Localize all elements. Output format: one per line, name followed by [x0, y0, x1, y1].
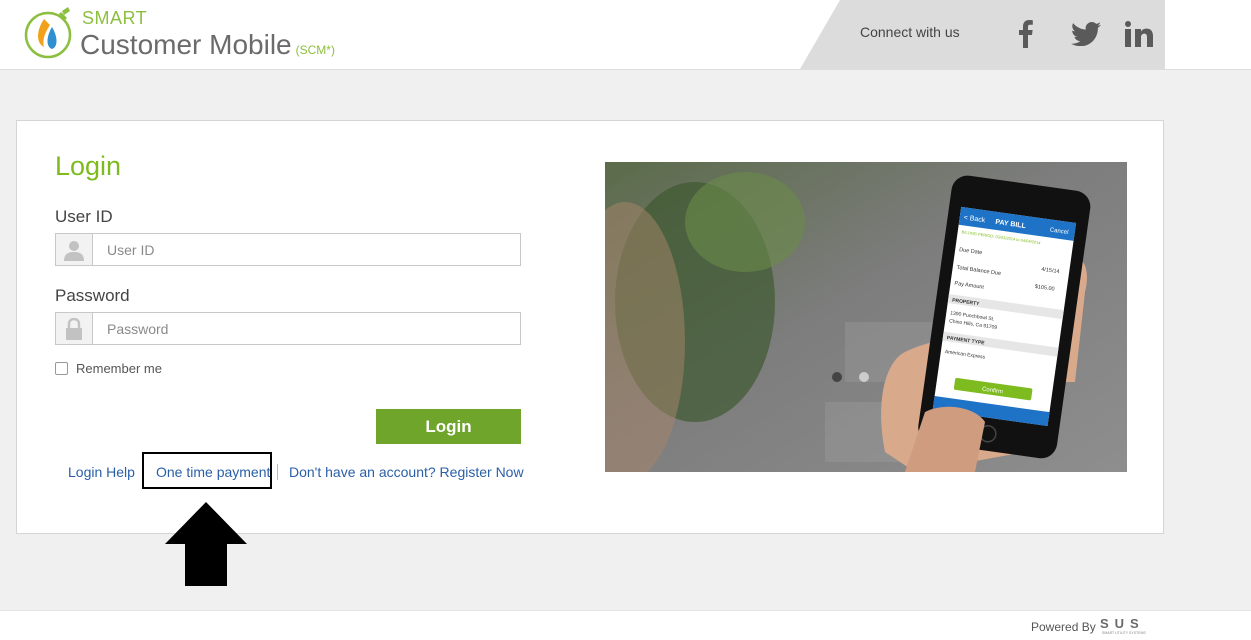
password-input[interactable] [93, 313, 520, 344]
password-label: Password [55, 286, 130, 305]
carousel-image: < Back PAY BILL Cancel BILLING PERIOD: 0… [605, 162, 1127, 472]
carousel-dot-1[interactable] [832, 372, 842, 382]
user-id-field [55, 233, 521, 266]
login-help-link[interactable]: Login Help [68, 464, 135, 480]
user-icon [56, 234, 93, 265]
brand-smart-text: SMART [82, 8, 148, 28]
lock-icon [56, 313, 93, 344]
user-id-label: User ID [55, 207, 113, 226]
remember-me-checkbox[interactable] [55, 362, 68, 375]
sus-logo: SUS SMART UTILITY SYSTEMS [1100, 617, 1146, 635]
brand-suffix: (SCM*) [295, 43, 335, 57]
footer: Powered By SUS SMART UTILITY SYSTEMS [0, 610, 1251, 640]
up-arrow-icon [165, 502, 247, 586]
linkedin-icon[interactable] [1122, 18, 1156, 50]
facebook-icon[interactable] [1012, 18, 1040, 50]
carousel-dot-2[interactable] [859, 372, 869, 382]
login-title: Login [55, 151, 122, 181]
connect-label: Connect with us [860, 24, 960, 40]
svg-text:SMART UTILITY SYSTEMS: SMART UTILITY SYSTEMS [1102, 631, 1146, 635]
powered-by-label: Powered By [1031, 620, 1096, 634]
svg-text:SUS: SUS [1100, 617, 1145, 631]
scm-logo-icon [24, 7, 72, 59]
login-card: Login User ID Password Remember me Login… [16, 120, 1164, 534]
one-time-payment-link[interactable]: One time payment [156, 464, 270, 480]
register-link[interactable]: Don't have an account? Register Now [289, 464, 524, 480]
user-id-input[interactable] [93, 234, 520, 265]
social-band [800, 0, 1165, 69]
login-button[interactable]: Login [376, 409, 521, 444]
password-field [55, 312, 521, 345]
carousel-dots [832, 372, 869, 382]
brand-main-text: Customer Mobile [80, 29, 292, 60]
remember-me-row[interactable]: Remember me [55, 361, 162, 376]
top-header: SMART Customer Mobile (SCM*) Connect with… [0, 0, 1251, 70]
twitter-icon[interactable] [1068, 18, 1104, 50]
link-divider [277, 464, 278, 480]
brand-name: Customer Mobile (SCM*) [80, 29, 335, 61]
remember-me-label: Remember me [76, 361, 162, 376]
